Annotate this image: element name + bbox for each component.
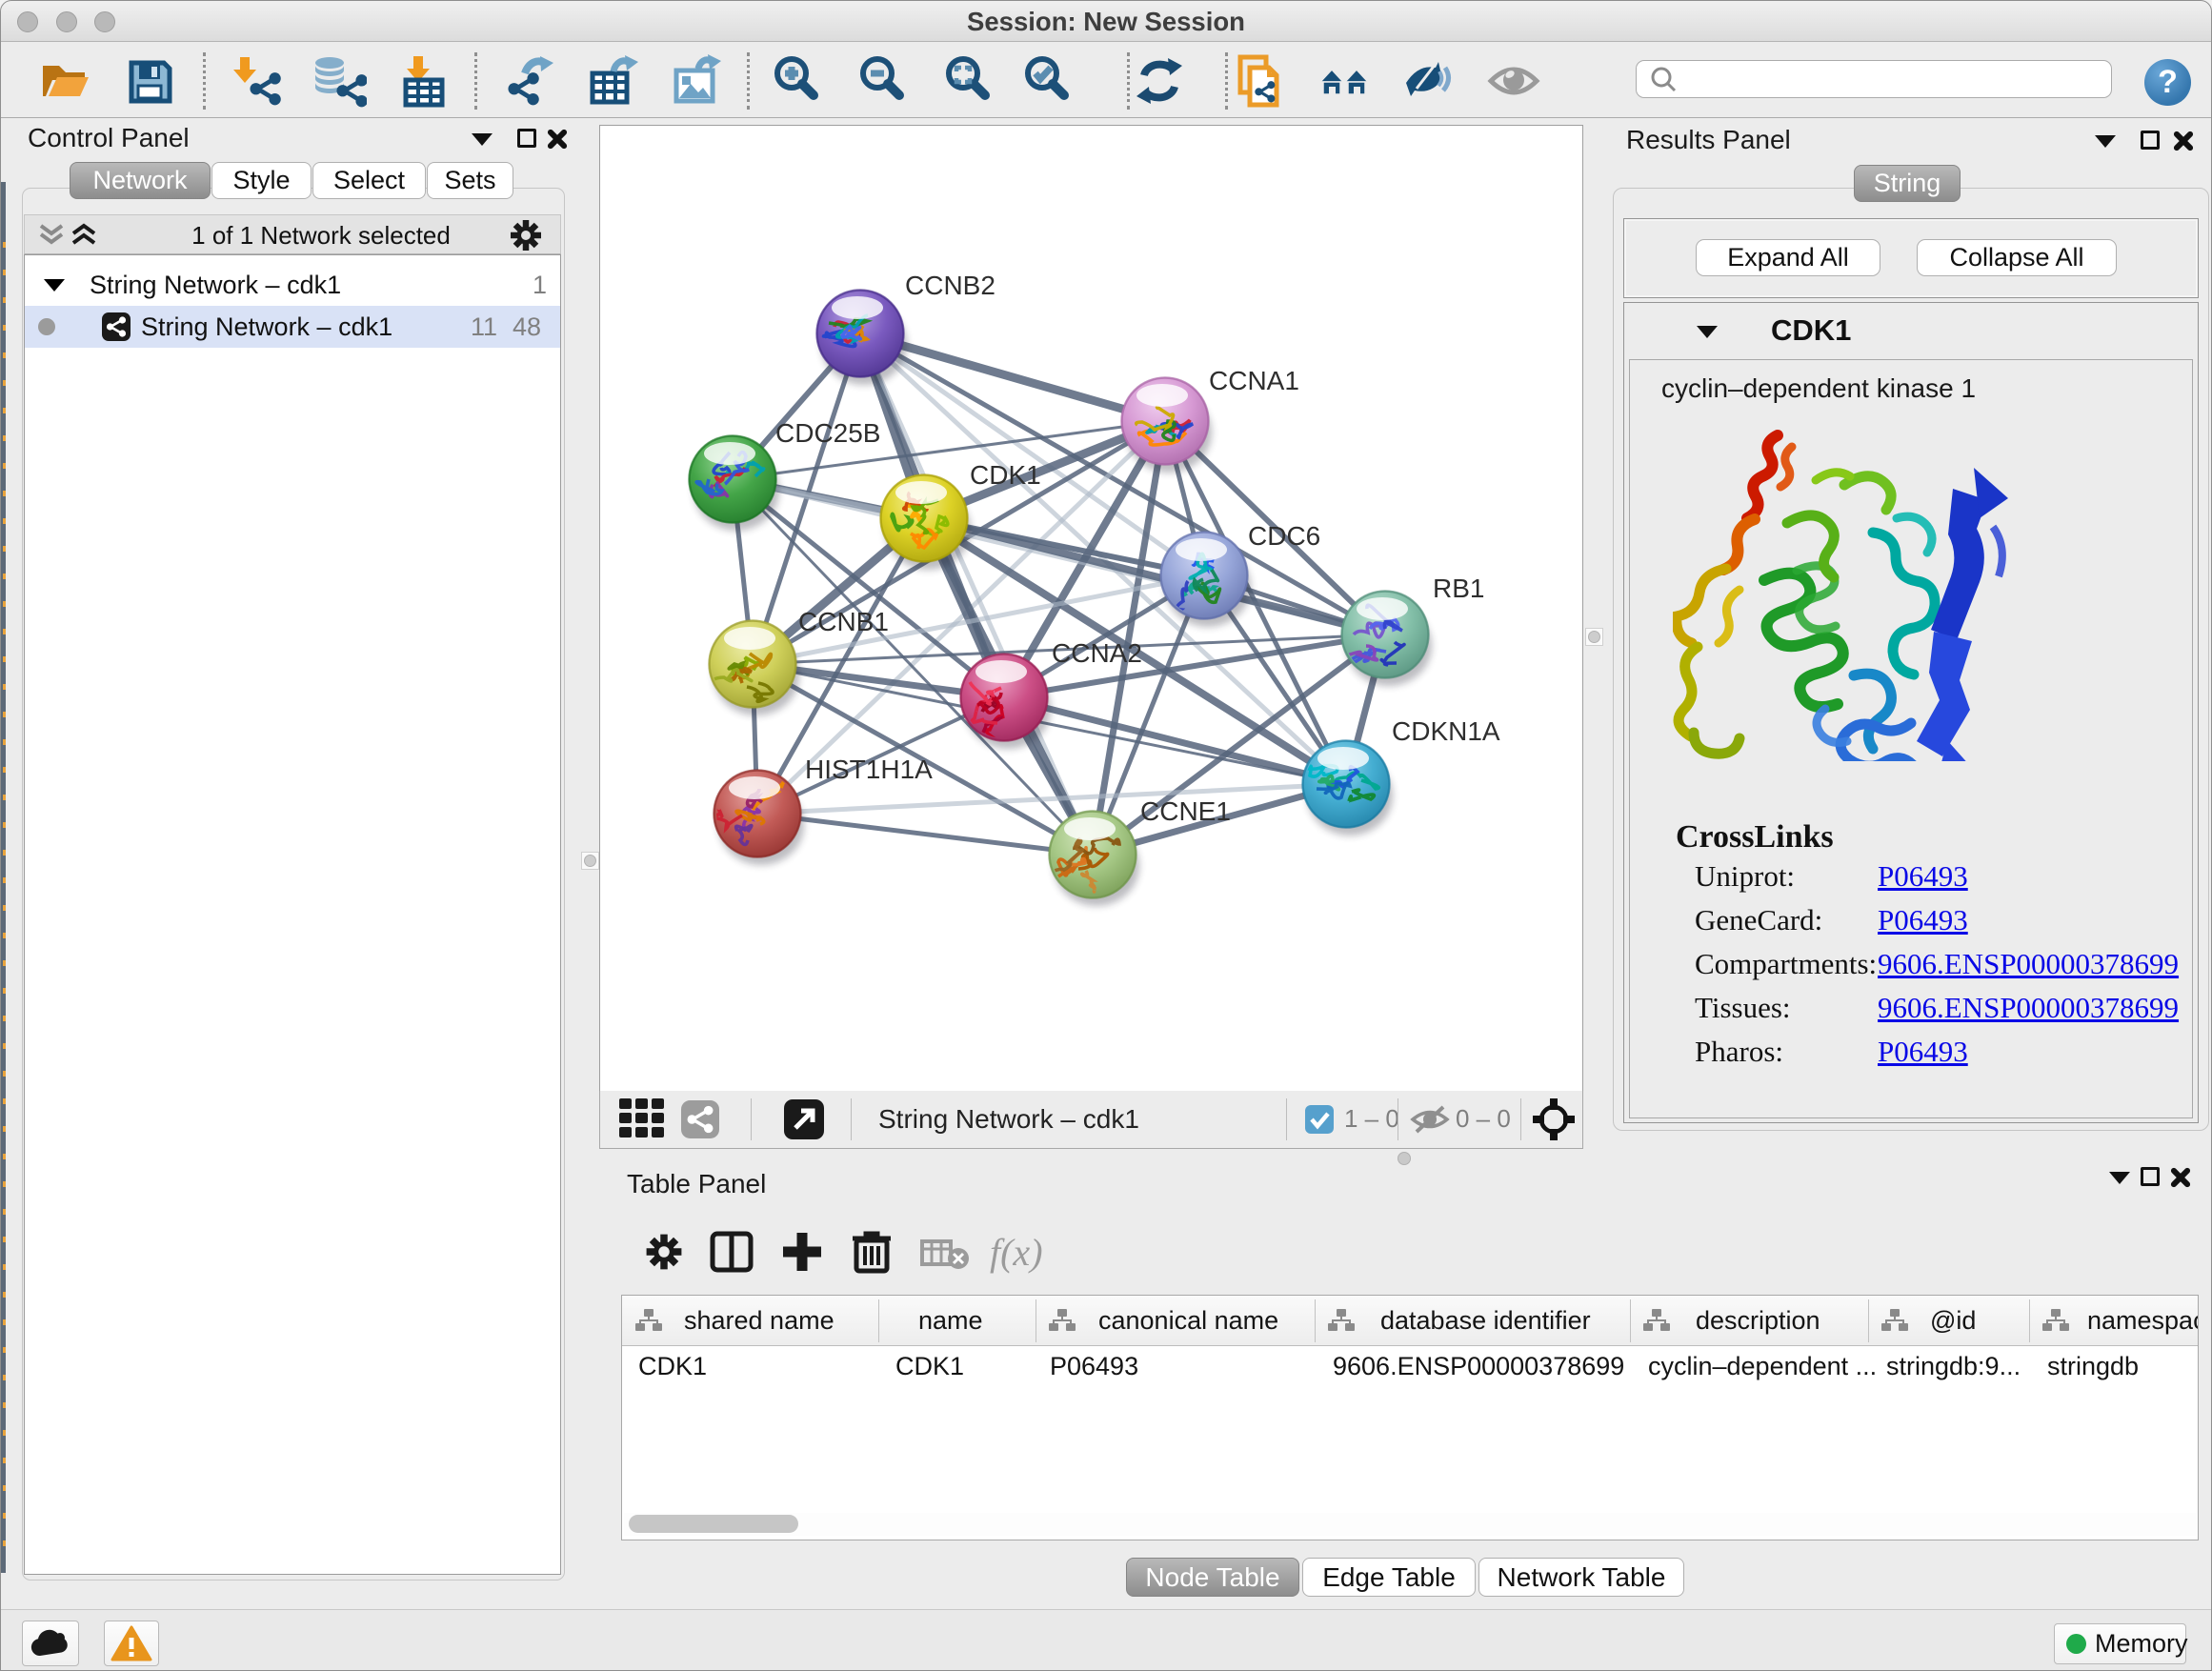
svg-text:CDC6: CDC6 [1248, 521, 1320, 551]
svg-text:CCNA1: CCNA1 [1209, 366, 1299, 395]
svg-text:CDKN1A: CDKN1A [1392, 716, 1500, 746]
svg-text:CCNE1: CCNE1 [1140, 796, 1231, 826]
svg-text:RB1: RB1 [1433, 574, 1484, 603]
svg-text:CCNA2: CCNA2 [1052, 638, 1142, 668]
svg-text:CCNB1: CCNB1 [798, 607, 889, 636]
svg-text:CDK1: CDK1 [970, 460, 1041, 490]
svg-text:CCNB2: CCNB2 [905, 271, 995, 300]
svg-text:CDC25B: CDC25B [775, 418, 880, 448]
svg-text:HIST1H1A: HIST1H1A [805, 755, 933, 784]
